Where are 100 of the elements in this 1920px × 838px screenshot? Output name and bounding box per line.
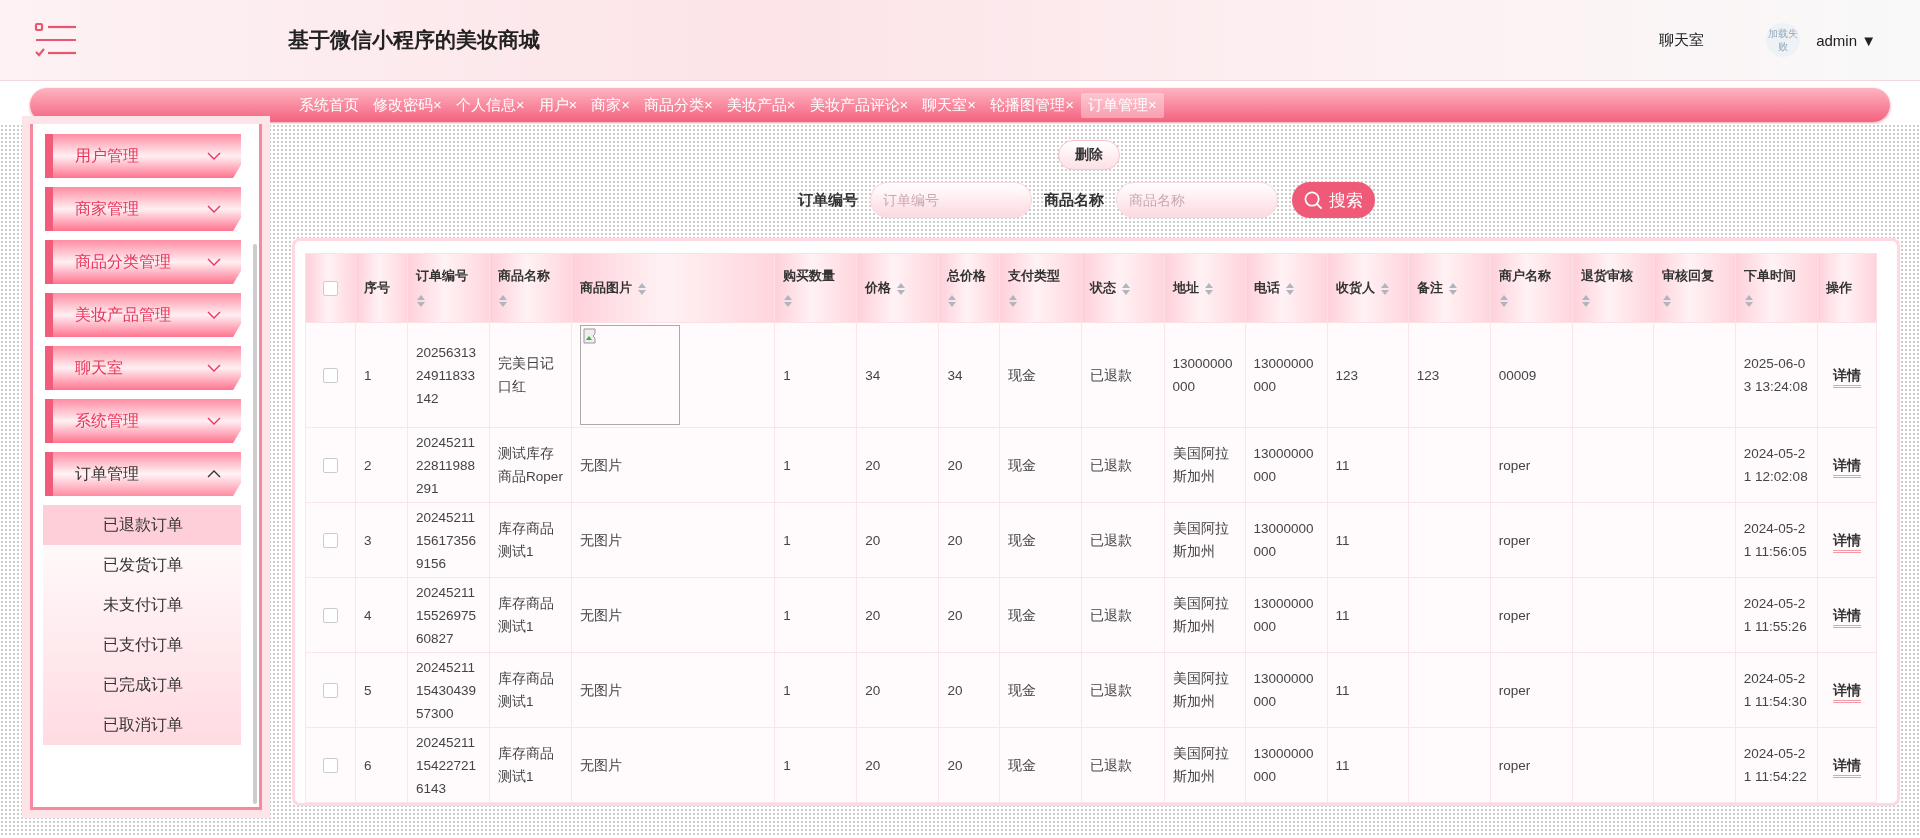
detail-link[interactable]: 详情 (1832, 367, 1861, 388)
checkbox[interactable] (323, 533, 338, 549)
table-cell: 20 (865, 682, 881, 698)
column-header[interactable]: 订单编号 (407, 253, 490, 323)
column-header[interactable]: 退货审核 (1572, 253, 1654, 323)
table-cell: 库存商品测试1 (498, 596, 555, 634)
search-field[interactable]: 订单编号 (869, 182, 1032, 218)
sidebar-menu-item[interactable]: 订单管理 (45, 452, 241, 496)
table-cell: 1 (783, 532, 791, 548)
submenu-item[interactable]: 已取消订单 (43, 705, 241, 745)
table-cell: 00009 (1498, 367, 1537, 383)
checkbox[interactable] (323, 458, 338, 474)
column-header[interactable]: 商品图片 (571, 253, 775, 323)
sort-icon[interactable] (416, 293, 427, 308)
sort-icon[interactable] (1284, 281, 1295, 296)
table-cell: 1 (783, 607, 791, 623)
column-header[interactable]: 地址 (1164, 253, 1246, 323)
sidebar-menu-item[interactable]: 系统管理 (45, 399, 241, 443)
checkbox[interactable] (323, 281, 338, 297)
table-cell: 2024-05-21 11:56:05 (1743, 521, 1807, 559)
column-header[interactable]: 商品名称 (489, 253, 572, 323)
sort-icon[interactable] (637, 281, 648, 296)
column-header[interactable]: 购买数量 (774, 253, 857, 323)
sort-icon[interactable] (783, 293, 794, 308)
column-header: 序号 (355, 253, 408, 323)
detail-link[interactable]: 详情 (1832, 757, 1861, 778)
table-cell: 现金 (1008, 682, 1037, 698)
sort-icon[interactable] (1203, 281, 1214, 296)
table-cell: 无图片 (580, 532, 623, 548)
search-icon (1303, 190, 1323, 210)
table-cell: 6 (364, 757, 372, 773)
table-cell: 202452111543043957300 (416, 659, 477, 721)
submenu-item[interactable]: 已支付订单 (43, 625, 241, 665)
sort-icon[interactable] (1008, 293, 1019, 308)
detail-link[interactable]: 详情 (1832, 532, 1861, 553)
submenu-item[interactable]: 已发货订单 (43, 545, 241, 585)
table-cell: 2 (364, 457, 372, 473)
table-cell: 34 (865, 367, 881, 383)
column-header[interactable]: 审核回复 (1653, 253, 1736, 323)
table-cell: 34 (947, 367, 963, 383)
column-header[interactable]: 下单时间 (1735, 253, 1818, 323)
column-header[interactable]: 备注 (1408, 253, 1491, 323)
table-cell: 1 (783, 457, 791, 473)
table-cell: 20245211154227216143 (416, 734, 477, 796)
column-header[interactable]: 商户名称 (1490, 253, 1573, 323)
sidebar-menu-item[interactable]: 商家管理 (45, 187, 241, 231)
menu-icon[interactable] (34, 22, 78, 58)
table-cell: 美国阿拉斯加州 (1172, 446, 1229, 484)
table-cell: 2024-05-21 11:54:22 (1743, 746, 1807, 784)
checkbox[interactable] (323, 758, 338, 774)
chevron-up-icon (207, 470, 221, 478)
table-cell: 库存商品测试1 (498, 671, 555, 709)
sort-icon[interactable] (1580, 293, 1591, 308)
sort-icon[interactable] (896, 281, 907, 296)
chat-link[interactable]: 聊天室 (1659, 30, 1705, 50)
scrollbar[interactable] (253, 244, 257, 804)
detail-link[interactable]: 详情 (1832, 682, 1861, 703)
table-cell: 已退款 (1090, 757, 1133, 773)
sort-icon[interactable] (1743, 293, 1754, 308)
column-header[interactable]: 收货人 (1327, 253, 1409, 323)
sort-icon[interactable] (1447, 281, 1458, 296)
chevron-down-icon (207, 364, 221, 372)
table-cell: 测试库存商品Roper (498, 446, 563, 484)
column-header[interactable]: 电话 (1245, 253, 1328, 323)
user-menu[interactable]: admin ▼ (1816, 31, 1876, 49)
table-cell: 20 (947, 457, 963, 473)
chevron-down-icon (207, 152, 221, 160)
table-cell: 美国阿拉斯加州 (1172, 596, 1229, 634)
table-cell: 13000000000 (1253, 356, 1314, 394)
delete-button[interactable]: 删除 (1057, 140, 1120, 170)
sort-icon[interactable] (947, 293, 958, 308)
search-field[interactable]: 商品名称 (1115, 182, 1278, 218)
sort-icon[interactable] (1498, 293, 1509, 308)
table-cell: 2024-05-21 11:54:30 (1743, 671, 1807, 709)
submenu-item[interactable]: 已完成订单 (43, 665, 241, 705)
sort-icon[interactable] (1379, 281, 1390, 296)
sort-icon[interactable] (498, 293, 509, 308)
submenu-item[interactable]: 已退款订单 (43, 505, 241, 545)
sort-icon[interactable] (1661, 293, 1672, 308)
column-header[interactable]: 状态 (1081, 253, 1164, 323)
detail-link[interactable]: 详情 (1832, 607, 1861, 628)
table-cell: roper (1498, 757, 1531, 773)
table-cell: 现金 (1008, 532, 1037, 548)
table-cell: 1 (783, 367, 791, 383)
checkbox[interactable] (323, 683, 338, 699)
table-cell: 20 (947, 532, 963, 548)
table-cell: 11 (1335, 757, 1350, 773)
checkbox[interactable] (323, 608, 338, 624)
table-cell: 无图片 (580, 607, 623, 623)
detail-link[interactable]: 详情 (1832, 457, 1861, 478)
table-cell: 20 (865, 757, 881, 773)
table-cell: 无图片 (580, 682, 623, 698)
column-header[interactable]: 价格 (856, 253, 939, 323)
table-cell: roper (1498, 532, 1531, 548)
column-header[interactable]: 支付类型 (999, 253, 1082, 323)
sort-icon[interactable] (1121, 281, 1132, 296)
submenu-item[interactable]: 未支付订单 (43, 585, 241, 625)
column-header[interactable]: 总价格 (938, 253, 1000, 323)
table-cell: 美国阿拉斯加州 (1172, 671, 1229, 709)
checkbox[interactable] (323, 368, 338, 384)
